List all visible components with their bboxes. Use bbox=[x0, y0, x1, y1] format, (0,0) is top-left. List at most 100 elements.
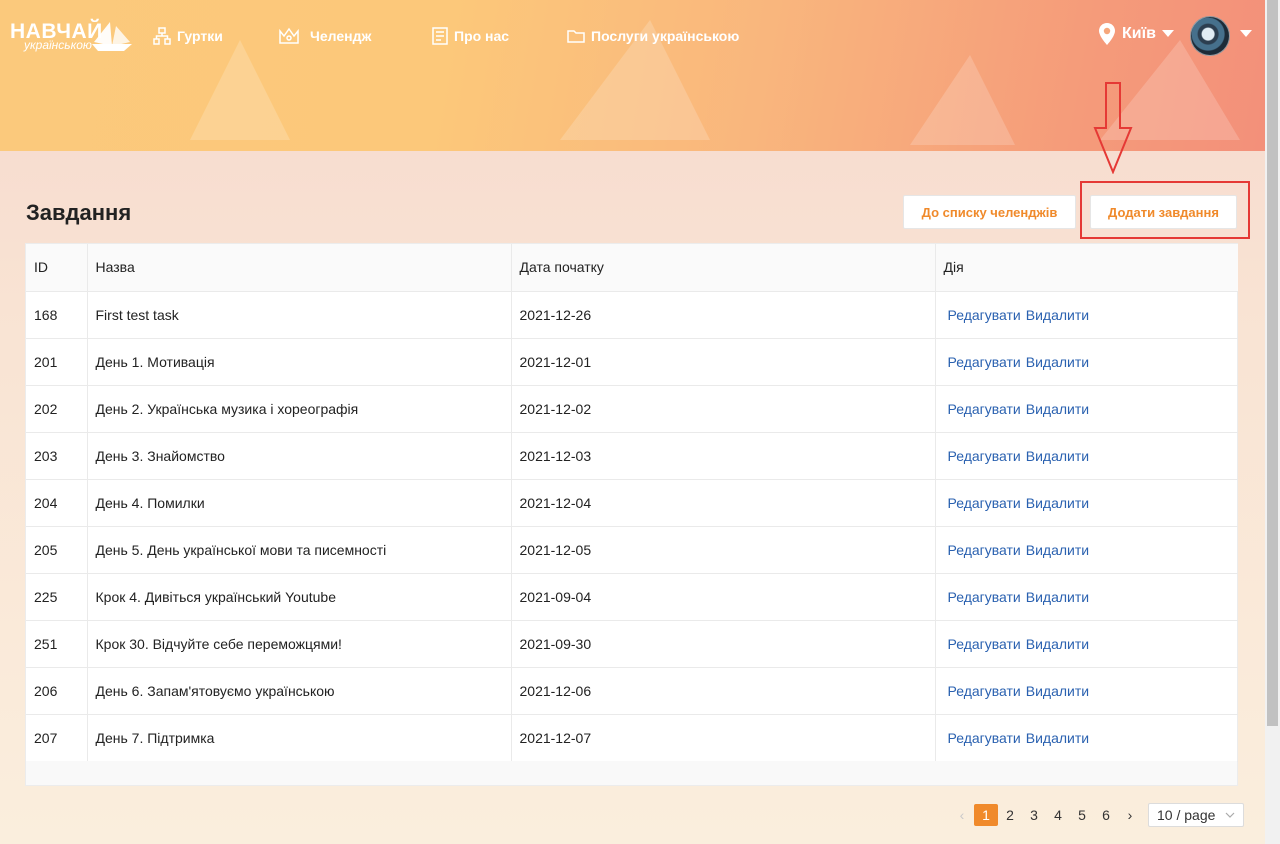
nav-label: Про нас bbox=[454, 28, 510, 44]
edit-link[interactable]: Редагувати bbox=[948, 542, 1021, 558]
cell-start-date: 2021-09-04 bbox=[511, 573, 936, 621]
cell-id: 202 bbox=[26, 385, 88, 433]
nav-item-gurtky[interactable]: Гуртки bbox=[153, 24, 223, 48]
edit-link[interactable]: Редагувати bbox=[948, 354, 1021, 370]
folder-icon bbox=[567, 30, 585, 43]
delete-link[interactable]: Видалити bbox=[1026, 448, 1089, 464]
network-icon bbox=[153, 27, 171, 45]
table-row: 225 Крок 4. Дивіться український Youtube 2… bbox=[26, 573, 1238, 621]
delete-link[interactable]: Видалити bbox=[1026, 730, 1089, 746]
pagination: ‹ 1 2 3 4 5 6 › 10 / page bbox=[950, 803, 1244, 827]
edit-link[interactable]: Редагувати bbox=[948, 730, 1021, 746]
caret-down-icon[interactable] bbox=[1240, 30, 1252, 38]
delete-link[interactable]: Видалити bbox=[1026, 683, 1089, 699]
page-button-6[interactable]: 6 bbox=[1094, 804, 1118, 826]
cell-id: 203 bbox=[26, 432, 88, 480]
nav-item-challenge[interactable]: Челендж bbox=[278, 24, 371, 48]
cell-actions: Редагувати Видалити bbox=[935, 338, 1238, 386]
cell-start-date: 2021-12-06 bbox=[511, 667, 936, 715]
nav-label: Послуги українською bbox=[591, 28, 740, 44]
delete-link[interactable]: Видалити bbox=[1026, 589, 1089, 605]
tasks-table: ID Назва Дата початку Дія 168 First test … bbox=[25, 243, 1238, 786]
cell-name: День 2. Українська музика і хореографія bbox=[87, 385, 512, 433]
edit-link[interactable]: Редагувати bbox=[948, 307, 1021, 323]
cell-start-date: 2021-12-01 bbox=[511, 338, 936, 386]
cell-name: День 3. Знайомство bbox=[87, 432, 512, 480]
annotation-arrow bbox=[1093, 82, 1133, 174]
challenge-list-button[interactable]: До списку челенджів bbox=[903, 195, 1076, 229]
prev-page-icon[interactable]: ‹ bbox=[950, 804, 974, 826]
edit-link[interactable]: Редагувати bbox=[948, 401, 1021, 417]
cell-start-date: 2021-12-03 bbox=[511, 432, 936, 480]
edit-link[interactable]: Редагувати bbox=[948, 636, 1021, 652]
cell-name: День 7. Підтримка bbox=[87, 714, 512, 762]
page-title: Завдання bbox=[26, 200, 132, 225]
cell-id: 207 bbox=[26, 714, 88, 762]
table-row: 207 День 7. Підтримка 2021-12-07 Редагувати… bbox=[26, 714, 1238, 762]
nav-item-about[interactable]: Про нас bbox=[432, 24, 509, 48]
table-row: 205 День 5. День української мови та писе… bbox=[26, 526, 1238, 574]
delete-link[interactable]: Видалити bbox=[1026, 542, 1089, 558]
city-selector[interactable]: Київ bbox=[1098, 22, 1174, 46]
page-button-1[interactable]: 1 bbox=[974, 804, 998, 826]
logo-text-bottom: українською bbox=[24, 38, 92, 52]
cell-name: Крок 4. Дивіться український Youtube bbox=[87, 573, 512, 621]
column-header-name[interactable]: Назва bbox=[87, 244, 512, 292]
table-row: 201 День 1. Мотивація 2021-12-01 Редагувати… bbox=[26, 338, 1238, 386]
cell-name: День 5. День української мови та писемно… bbox=[87, 526, 512, 574]
edit-link[interactable]: Редагувати bbox=[948, 589, 1021, 605]
delete-link[interactable]: Видалити bbox=[1026, 401, 1089, 417]
delete-link[interactable]: Видалити bbox=[1026, 307, 1089, 323]
cell-actions: Редагувати Видалити bbox=[935, 526, 1238, 574]
cell-actions: Редагувати Видалити bbox=[935, 479, 1238, 527]
page-button-5[interactable]: 5 bbox=[1070, 804, 1094, 826]
cell-name: Крок 30. Відчуйте себе переможцями! bbox=[87, 620, 512, 668]
vertical-scrollbar[interactable] bbox=[1265, 0, 1280, 844]
site-logo[interactable]: НАВЧАЙ українською bbox=[10, 18, 132, 58]
cell-id: 205 bbox=[26, 526, 88, 574]
next-page-icon[interactable]: › bbox=[1118, 804, 1142, 826]
page-button-3[interactable]: 3 bbox=[1022, 804, 1046, 826]
delete-link[interactable]: Видалити bbox=[1026, 495, 1089, 511]
table-row: 202 День 2. Українська музика і хореограф… bbox=[26, 385, 1238, 433]
nav-label: Гуртки bbox=[177, 28, 223, 44]
edit-link[interactable]: Редагувати bbox=[948, 495, 1021, 511]
edit-link[interactable]: Редагувати bbox=[948, 683, 1021, 699]
cell-start-date: 2021-12-05 bbox=[511, 526, 936, 574]
page-size-select[interactable]: 10 / page bbox=[1148, 803, 1244, 827]
cell-id: 204 bbox=[26, 479, 88, 527]
cell-start-date: 2021-12-04 bbox=[511, 479, 936, 527]
table-header-row: ID Назва Дата початку Дія bbox=[26, 244, 1238, 292]
page-button-4[interactable]: 4 bbox=[1046, 804, 1070, 826]
column-header-start-date[interactable]: Дата початку bbox=[511, 244, 936, 292]
cell-start-date: 2021-12-26 bbox=[511, 291, 936, 339]
column-header-id[interactable]: ID bbox=[26, 244, 88, 292]
page-button-2[interactable]: 2 bbox=[998, 804, 1022, 826]
cell-start-date: 2021-09-30 bbox=[511, 620, 936, 668]
cell-id: 201 bbox=[26, 338, 88, 386]
cell-name: День 1. Мотивація bbox=[87, 338, 512, 386]
delete-link[interactable]: Видалити bbox=[1026, 354, 1089, 370]
cell-name: День 4. Помилки bbox=[87, 479, 512, 527]
cell-start-date: 2021-12-02 bbox=[511, 385, 936, 433]
cell-actions: Редагувати Видалити bbox=[935, 291, 1238, 339]
cell-actions: Редагувати Видалити bbox=[935, 667, 1238, 715]
cell-actions: Редагувати Видалити bbox=[935, 573, 1238, 621]
table-row: 204 День 4. Помилки 2021-12-04 Редагувати Ви… bbox=[26, 479, 1238, 527]
table-row: 168 First test task 2021-12-26 Редагувати Ви… bbox=[26, 291, 1238, 339]
cell-id: 168 bbox=[26, 291, 88, 339]
cell-start-date: 2021-12-07 bbox=[511, 714, 936, 762]
table-row: 251 Крок 30. Відчуйте себе переможцями! 20… bbox=[26, 620, 1238, 668]
annotation-highlight-box bbox=[1080, 181, 1250, 239]
column-header-action: Дія bbox=[935, 244, 1238, 292]
location-pin-icon bbox=[1099, 23, 1115, 45]
table-row: 206 День 6. Запам'ятовуємо українською 202… bbox=[26, 667, 1238, 715]
scrollbar-thumb[interactable] bbox=[1267, 0, 1278, 726]
paper-boat-icon bbox=[92, 22, 132, 51]
user-avatar[interactable] bbox=[1190, 16, 1230, 56]
paper-boat-decoration bbox=[910, 55, 1015, 145]
edit-link[interactable]: Редагувати bbox=[948, 448, 1021, 464]
nav-item-services[interactable]: Послуги українською bbox=[567, 24, 739, 48]
cell-name: First test task bbox=[87, 291, 512, 339]
delete-link[interactable]: Видалити bbox=[1026, 636, 1089, 652]
